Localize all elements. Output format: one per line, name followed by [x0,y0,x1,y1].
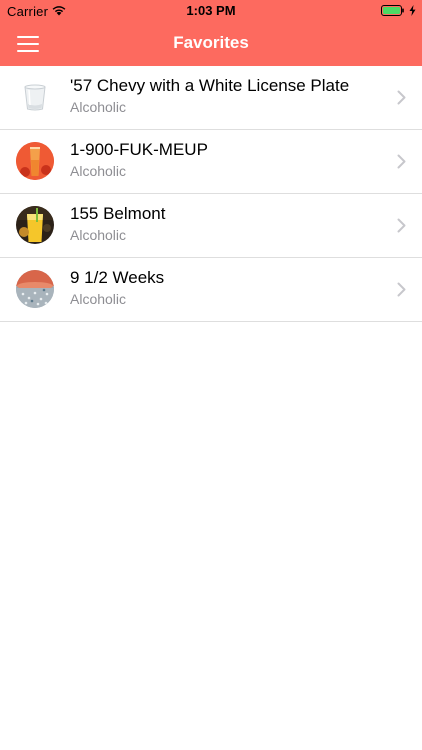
favorite-row[interactable]: '57 Chevy with a White License Plate Alc… [0,66,422,130]
drink-name: 1-900-FUK-MEUP [70,140,208,159]
drink-category: Alcoholic [70,163,127,179]
chevron-right-icon [397,154,406,169]
favorite-row[interactable]: 1-900-FUK-MEUP Alcoholic [0,130,422,194]
drink-name: 9 1/2 Weeks [70,268,165,287]
drink-name: 155 Belmont [70,204,166,223]
chevron-right-icon [397,90,406,105]
drink-category: Alcoholic [70,291,127,307]
yellow-drink-icon [16,206,54,244]
red-shot-icon [16,142,54,180]
battery-icon [381,5,404,16]
drink-name: '57 Chevy with a White License Plate [70,76,350,95]
status-bar: Carrier 1:03 PM [0,0,422,22]
favorites-list: '57 Chevy with a White License Plate Alc… [0,66,422,322]
sugar-rim-cocktail-icon [16,270,54,308]
page-title: Favorites [173,33,249,52]
chevron-right-icon [397,282,406,297]
favorite-row[interactable]: 9 1/2 Weeks Alcoholic [0,258,422,322]
charging-bolt-icon [409,5,416,16]
favorite-row[interactable]: 155 Belmont Alcoholic [0,194,422,258]
status-time: 1:03 PM [186,3,236,18]
drink-category: Alcoholic [70,227,127,243]
glass-tumbler-icon [16,78,54,116]
chevron-right-icon [397,218,406,233]
drink-category: Alcoholic [70,99,127,115]
app-header: Carrier 1:03 PM Favorites [0,0,422,66]
navigation-bar: Favorites [0,22,422,66]
